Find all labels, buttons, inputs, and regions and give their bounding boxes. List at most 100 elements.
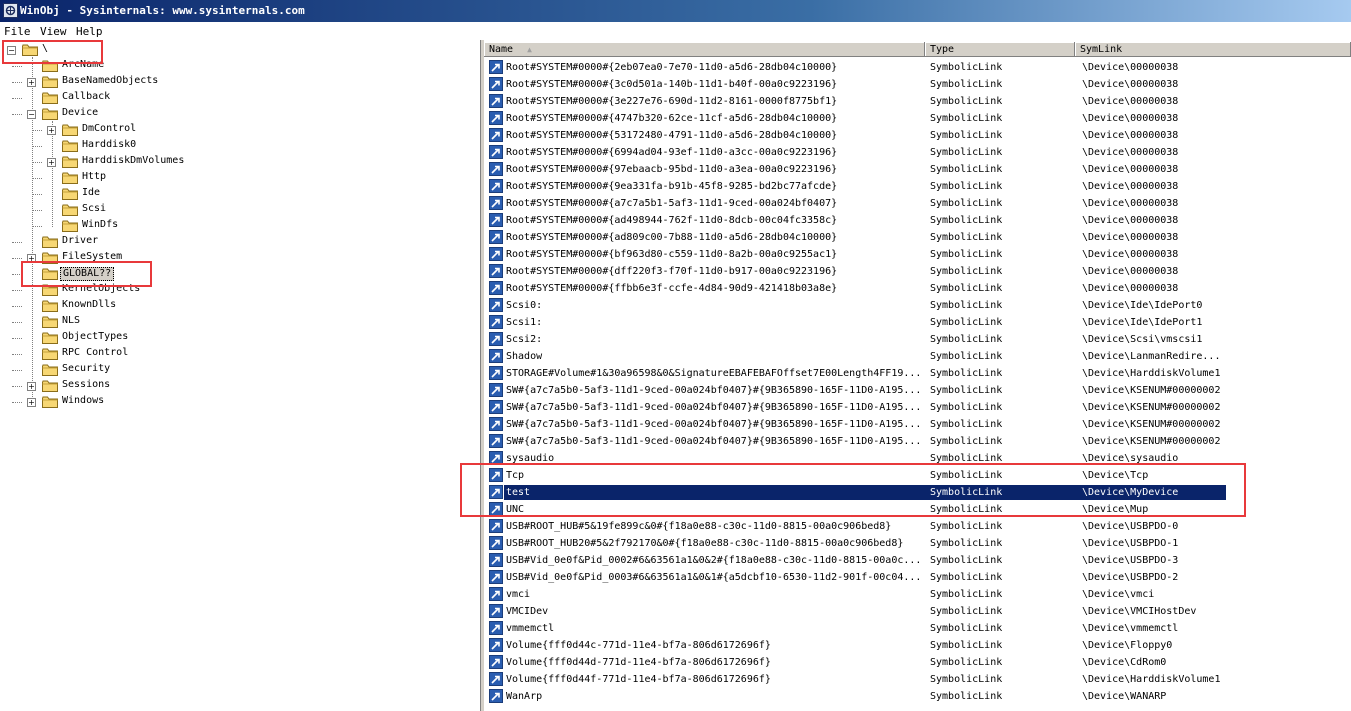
tree-node[interactable]: + Sessions: [0, 379, 470, 395]
list-row[interactable]: WanArp SymbolicLink \Device\WANARP: [486, 688, 1226, 705]
list-row[interactable]: USB#ROOT_HUB#5&19fe899c&0#{f18a0e88-c30c…: [486, 518, 1226, 535]
list-row[interactable]: Root#SYSTEM#0000#{53172480-4791-11d0-a5d…: [486, 127, 1226, 144]
row-type: SymbolicLink: [930, 300, 1003, 311]
list-row[interactable]: Root#SYSTEM#0000#{6994ad04-93ef-11d0-a3c…: [486, 144, 1226, 161]
tree-node[interactable]: Scsi: [0, 203, 470, 219]
tree-node[interactable]: + BaseNamedObjects: [0, 75, 470, 91]
tree-node-label[interactable]: WinDfs: [80, 219, 120, 231]
object-list-pane[interactable]: Name ▲ Type SymLink Root#SYSTEM#0000#{2e…: [484, 40, 1351, 711]
list-row[interactable]: vmmemctl SymbolicLink \Device\vmmemctl: [486, 620, 1226, 637]
tree-node-label[interactable]: Callback: [60, 91, 112, 103]
list-row[interactable]: Root#SYSTEM#0000#{4747b320-62ce-11cf-a5d…: [486, 110, 1226, 127]
tree-node-label[interactable]: Windows: [60, 395, 106, 407]
row-symlink: \Device\HarddiskVolume1: [1082, 368, 1221, 379]
list-row[interactable]: Volume{fff0d44d-771d-11e4-bf7a-806d61726…: [486, 654, 1226, 671]
tree-node[interactable]: + Windows: [0, 395, 470, 411]
list-row[interactable]: Root#SYSTEM#0000#{ffbb6e3f-ccfe-4d84-90d…: [486, 280, 1226, 297]
list-row[interactable]: Root#SYSTEM#0000#{2eb07ea0-7e70-11d0-a5d…: [486, 59, 1226, 76]
tree-node-label[interactable]: NLS: [60, 315, 82, 327]
row-type: SymbolicLink: [930, 589, 1003, 600]
tree-node[interactable]: + DmControl: [0, 123, 470, 139]
tree-node-label[interactable]: Ide: [80, 187, 102, 199]
list-row[interactable]: SW#{a7c7a5b0-5af3-11d1-9ced-00a024bf0407…: [486, 433, 1226, 450]
tree-node[interactable]: RPC Control: [0, 347, 470, 363]
tree-expander-icon[interactable]: +: [27, 382, 36, 391]
list-row[interactable]: Root#SYSTEM#0000#{dff220f3-f70f-11d0-b91…: [486, 263, 1226, 280]
tree-expander-icon[interactable]: −: [27, 110, 36, 119]
tree-node-label[interactable]: Harddisk0: [80, 139, 138, 151]
tree-expander-icon[interactable]: +: [47, 158, 56, 167]
tree-node-label[interactable]: BaseNamedObjects: [60, 75, 160, 87]
list-row[interactable]: Scsi0: SymbolicLink \Device\Ide\IdePort0: [486, 297, 1226, 314]
list-row[interactable]: VMCIDev SymbolicLink \Device\VMCIHostDev: [486, 603, 1226, 620]
title-bar[interactable]: WinObj - Sysinternals: www.sysinternals.…: [0, 0, 1351, 22]
list-row[interactable]: Root#SYSTEM#0000#{97ebaacb-95bd-11d0-a3e…: [486, 161, 1226, 178]
tree-expander-icon[interactable]: +: [27, 78, 36, 87]
tree-node[interactable]: Callback: [0, 91, 470, 107]
row-type: SymbolicLink: [930, 62, 1003, 73]
row-symlink: \Device\USBPDO-0: [1082, 521, 1179, 532]
menu-view[interactable]: View: [40, 25, 67, 38]
list-row[interactable]: Root#SYSTEM#0000#{bf963d80-c559-11d0-8a2…: [486, 246, 1226, 263]
menu-file[interactable]: File: [4, 25, 31, 38]
row-symlink: \Device\Ide\IdePort0: [1082, 300, 1203, 311]
list-row[interactable]: Scsi2: SymbolicLink \Device\Scsi\vmscsi1: [486, 331, 1226, 348]
list-row[interactable]: USB#Vid_0e0f&Pid_0002#6&63561a1&0&2#{f18…: [486, 552, 1226, 569]
list-row[interactable]: Root#SYSTEM#0000#{a7c7a5b1-5af3-11d1-9ce…: [486, 195, 1226, 212]
tree-node[interactable]: Harddisk0: [0, 139, 470, 155]
list-row[interactable]: Shadow SymbolicLink \Device\LanmanRedire..…: [486, 348, 1226, 365]
tree-node[interactable]: Driver: [0, 235, 470, 251]
symbolic-link-icon: [489, 672, 503, 686]
list-row[interactable]: USB#ROOT_HUB20#5&2f792170&0#{f18a0e88-c3…: [486, 535, 1226, 552]
tree-node-label[interactable]: Device: [60, 107, 100, 119]
tree-node-label[interactable]: Scsi: [80, 203, 108, 215]
object-tree-pane[interactable]: − \ ArcName + BaseNamedObjects Callback − Devic…: [0, 40, 481, 711]
row-type: SymbolicLink: [930, 317, 1003, 328]
tree-expander-icon[interactable]: +: [47, 126, 56, 135]
list-row[interactable]: Root#SYSTEM#0000#{3e227e76-690d-11d2-816…: [486, 93, 1226, 110]
list-row[interactable]: USB#Vid_0e0f&Pid_0003#6&63561a1&0&1#{a5d…: [486, 569, 1226, 586]
tree-node[interactable]: WinDfs: [0, 219, 470, 235]
tree-node[interactable]: NLS: [0, 315, 470, 331]
tree-node-label[interactable]: Driver: [60, 235, 100, 247]
tree-node-label[interactable]: Http: [80, 171, 108, 183]
list-row[interactable]: Root#SYSTEM#0000#{3c0d501a-140b-11d1-b40…: [486, 76, 1226, 93]
list-row[interactable]: Volume{fff0d44c-771d-11e4-bf7a-806d61726…: [486, 637, 1226, 654]
tree-node[interactable]: Security: [0, 363, 470, 379]
row-symlink: \Device\00000038: [1082, 164, 1179, 175]
tree-expander-icon[interactable]: +: [27, 398, 36, 407]
row-type: SymbolicLink: [930, 538, 1003, 549]
list-row[interactable]: SW#{a7c7a5b0-5af3-11d1-9ced-00a024bf0407…: [486, 399, 1226, 416]
tree-node-label[interactable]: KnownDlls: [60, 299, 118, 311]
list-row[interactable]: SW#{a7c7a5b0-5af3-11d1-9ced-00a024bf0407…: [486, 382, 1226, 399]
tree-node[interactable]: − Device: [0, 107, 470, 123]
column-name-label: Name: [489, 44, 514, 55]
row-name: VMCIDev: [506, 606, 549, 617]
list-row[interactable]: SW#{a7c7a5b0-5af3-11d1-9ced-00a024bf0407…: [486, 416, 1226, 433]
list-row[interactable]: Root#SYSTEM#0000#{ad498944-762f-11d0-8dc…: [486, 212, 1226, 229]
tree-node-label[interactable]: RPC Control: [60, 347, 130, 359]
symbolic-link-icon: [489, 179, 503, 193]
column-header-type[interactable]: Type: [925, 42, 1075, 57]
tree-node-label[interactable]: ObjectTypes: [60, 331, 130, 343]
menu-help[interactable]: Help: [76, 25, 103, 38]
column-header-name[interactable]: Name ▲: [484, 42, 925, 57]
list-row[interactable]: STORAGE#Volume#1&30a96598&0&SignatureEBA…: [486, 365, 1226, 382]
tree-node[interactable]: Ide: [0, 187, 470, 203]
list-row[interactable]: Volume{fff0d44f-771d-11e4-bf7a-806d61726…: [486, 671, 1226, 688]
tree-node[interactable]: Http: [0, 171, 470, 187]
row-symlink: \Device\00000038: [1082, 283, 1179, 294]
tree-node[interactable]: ObjectTypes: [0, 331, 470, 347]
list-row[interactable]: Scsi1: SymbolicLink \Device\Ide\IdePort1: [486, 314, 1226, 331]
tree-node[interactable]: + HarddiskDmVolumes: [0, 155, 470, 171]
tree-node-label[interactable]: HarddiskDmVolumes: [80, 155, 186, 167]
list-row[interactable]: vmci SymbolicLink \Device\vmci: [486, 586, 1226, 603]
tree-node[interactable]: KnownDlls: [0, 299, 470, 315]
tree-node-label[interactable]: Sessions: [60, 379, 112, 391]
column-header-symlink[interactable]: SymLink: [1075, 42, 1351, 57]
tree-node-label[interactable]: Security: [60, 363, 112, 375]
list-row[interactable]: Root#SYSTEM#0000#{9ea331fa-b91b-45f8-928…: [486, 178, 1226, 195]
row-type: SymbolicLink: [930, 283, 1003, 294]
list-row[interactable]: Root#SYSTEM#0000#{ad809c00-7b88-11d0-a5d…: [486, 229, 1226, 246]
tree-node-label[interactable]: DmControl: [80, 123, 138, 135]
